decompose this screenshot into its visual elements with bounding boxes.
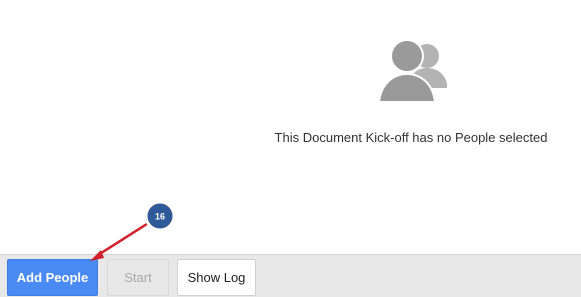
annotation-arrow xyxy=(97,220,151,257)
document-kickoff-page: This Document Kick-off has no People sel… xyxy=(0,0,581,297)
empty-state-message: This Document Kick-off has no People sel… xyxy=(274,130,548,145)
step-number: 16 xyxy=(155,212,165,222)
action-footer: Add People Start Show Log xyxy=(0,254,581,297)
show-log-button[interactable]: Show Log xyxy=(177,259,256,296)
add-people-button[interactable]: Add People xyxy=(7,259,98,296)
step-badge xyxy=(144,200,176,232)
people-icon xyxy=(377,39,447,103)
no-people-empty-state: This Document Kick-off has no People sel… xyxy=(250,34,572,145)
start-button[interactable]: Start xyxy=(107,259,169,296)
